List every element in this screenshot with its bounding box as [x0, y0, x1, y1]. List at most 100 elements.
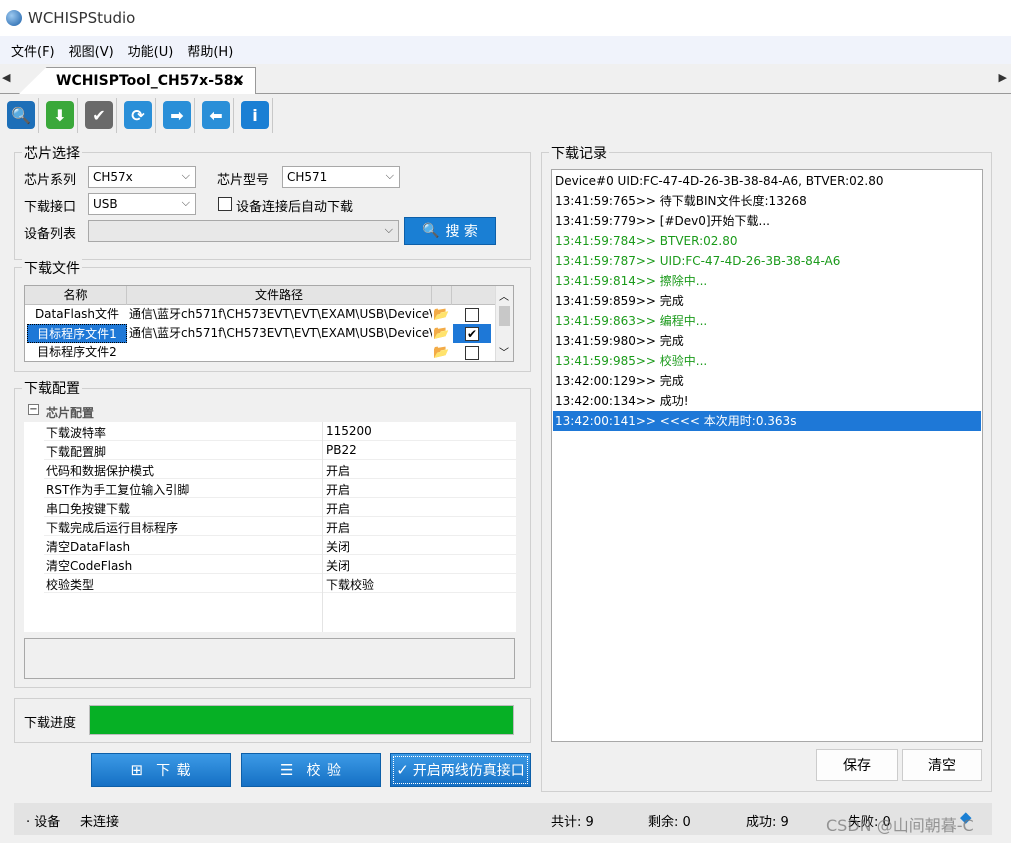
auto-download-checkbox[interactable]: [218, 197, 232, 211]
import-button[interactable]: ➡: [160, 97, 195, 133]
config-value[interactable]: 开启: [326, 462, 350, 479]
chip-search-button[interactable]: 🔍: [4, 97, 39, 133]
config-row[interactable]: 清空DataFlash 关闭: [44, 536, 516, 555]
debug-interface-button-label: 开启两线仿真接口: [412, 763, 525, 779]
export-icon: ⬅: [202, 101, 230, 129]
file-enable-cell: ✔: [453, 324, 491, 343]
config-row[interactable]: 串口免按键下载 开启: [44, 498, 516, 517]
config-value[interactable]: PB22: [326, 443, 357, 457]
file-path-cell[interactable]: 通信\蓝牙ch571f\CH573EVT\EVT\EXAM\USB\Device…: [127, 305, 432, 324]
log-line[interactable]: 13:41:59:784>> BTVER:02.80: [553, 231, 981, 251]
file-path-cell[interactable]: 通信\蓝牙ch571f\CH573EVT\EVT\EXAM\USB\Device…: [127, 324, 432, 343]
tab-scroll-left-icon[interactable]: ◀: [2, 71, 10, 84]
tab-close-icon[interactable]: ✕: [232, 71, 245, 89]
config-category-label: 芯片配置: [46, 406, 95, 420]
file-table-row[interactable]: 目标程序文件2 📂: [25, 343, 497, 361]
chip-series-select[interactable]: CH57x ⌵: [88, 166, 196, 188]
file-enable-checkbox[interactable]: [465, 307, 479, 322]
config-value[interactable]: 开启: [326, 519, 350, 536]
progress-label: 下载进度: [24, 716, 77, 731]
debug-interface-button[interactable]: ✓ 开启两线仿真接口: [390, 753, 531, 787]
watermark: CSDN @山间朝暮-C: [826, 816, 974, 835]
log-line[interactable]: Device#0 UID:FC-47-4D-26-3B-38-84-A6, BT…: [553, 171, 981, 191]
log-line[interactable]: 13:41:59:985>> 校验中...: [553, 351, 981, 371]
config-name: 清空DataFlash: [46, 540, 131, 554]
tab-label: WCHISPTool_CH57x-58x: [56, 73, 243, 89]
download-button[interactable]: ⬇: [43, 97, 78, 133]
tab-wchisptool[interactable]: WCHISPTool_CH57x-58x ✕: [18, 67, 256, 95]
search-button[interactable]: 🔍 搜 索: [404, 217, 496, 245]
log-line[interactable]: 13:41:59:787>> UID:FC-47-4D-26-3B-38-84-…: [553, 251, 981, 271]
log-line[interactable]: 13:41:59:859>> 完成: [553, 291, 981, 311]
config-value[interactable]: 下载校验: [326, 576, 374, 593]
list-check-icon: ☰: [280, 761, 295, 779]
file-path-cell[interactable]: [127, 343, 432, 361]
config-row[interactable]: 下载完成后运行目标程序 开启: [44, 517, 516, 536]
log-list[interactable]: Device#0 UID:FC-47-4D-26-3B-38-84-A6, BT…: [551, 169, 983, 742]
check-circle-icon: ✓: [396, 761, 410, 779]
log-line[interactable]: 13:42:00:141>> <<<< 本次用时:0.363s: [553, 411, 981, 431]
success-count: 成功: 9: [746, 815, 789, 830]
file-table-row[interactable]: DataFlash文件 通信\蓝牙ch571f\CH573EVT\EVT\EXAM…: [25, 305, 497, 324]
config-row[interactable]: RST作为手工复位输入引脚 开启: [44, 479, 516, 498]
search-button-label: 搜 索: [445, 224, 478, 240]
folder-icon[interactable]: 📂: [433, 305, 451, 324]
menu-function[interactable]: 功能(U): [121, 41, 181, 60]
file-name-cell: DataFlash文件: [34, 307, 120, 321]
config-category-row[interactable]: − 芯片配置: [24, 402, 516, 422]
verify-button[interactable]: ☰ 校 验: [241, 753, 381, 787]
scroll-down-icon[interactable]: ﹀: [499, 344, 509, 359]
config-value[interactable]: 关闭: [326, 538, 350, 555]
folder-icon[interactable]: 📂: [433, 324, 451, 343]
device-list-select[interactable]: ⌵: [88, 220, 399, 242]
config-value[interactable]: 关闭: [326, 557, 350, 574]
config-value[interactable]: 开启: [326, 481, 350, 498]
tab-scroll-right-icon[interactable]: ▶: [999, 71, 1007, 84]
clear-log-button[interactable]: 清空: [902, 749, 982, 781]
menu-view[interactable]: 视图(V): [62, 41, 121, 60]
log-line[interactable]: 13:41:59:863>> 编程中...: [553, 311, 981, 331]
config-name: 清空CodeFlash: [46, 559, 133, 573]
progress-bar: [89, 705, 514, 735]
log-line[interactable]: 13:41:59:779>> [#Dev0]开始下载...: [553, 211, 981, 231]
chevron-down-icon: ⌵: [181, 196, 190, 209]
export-button[interactable]: ⬅: [199, 97, 234, 133]
config-row[interactable]: 下载波特率 115200: [44, 422, 516, 441]
refresh-button[interactable]: ⟳: [121, 97, 156, 133]
title-bar: WCHISPStudio: [0, 0, 1011, 36]
config-value[interactable]: 115200: [326, 424, 372, 438]
config-row[interactable]: 代码和数据保护模式 开启: [44, 460, 516, 479]
menu-file[interactable]: 文件(F): [4, 41, 62, 60]
folder-icon[interactable]: 📂: [433, 343, 451, 361]
info-button[interactable]: i: [238, 97, 273, 133]
verify-button[interactable]: ✔: [82, 97, 117, 133]
scroll-thumb[interactable]: [499, 306, 510, 326]
download-port-select[interactable]: USB ⌵: [88, 193, 196, 215]
menu-help[interactable]: 帮助(H): [180, 41, 240, 60]
log-line[interactable]: 13:42:00:134>> 成功!: [553, 391, 981, 411]
config-value[interactable]: 开启: [326, 500, 350, 517]
file-table-scrollbar[interactable]: ︿ ﹀: [495, 286, 513, 361]
log-line[interactable]: 13:41:59:765>> 待下载BIN文件长度:13268: [553, 191, 981, 211]
grid-divider: [322, 422, 323, 632]
device-list-label: 设备列表: [24, 227, 77, 242]
config-row[interactable]: 校验类型 下载校验: [44, 574, 516, 593]
save-log-button[interactable]: 保存: [816, 749, 898, 781]
log-line[interactable]: 13:42:00:129>> 完成: [553, 371, 981, 391]
download-icon: ⬇: [46, 101, 74, 129]
download-config-title: 下载配置: [22, 378, 82, 398]
file-enable-checkbox[interactable]: ✔: [465, 326, 479, 341]
collapse-icon[interactable]: −: [28, 404, 39, 415]
download-button[interactable]: ⊞ 下 载: [91, 753, 231, 787]
chip-model-select[interactable]: CH571 ⌵: [282, 166, 400, 188]
log-line[interactable]: 13:41:59:980>> 完成: [553, 331, 981, 351]
log-line[interactable]: 13:41:59:814>> 擦除中...: [553, 271, 981, 291]
verify-button-label: 校 验: [306, 763, 342, 779]
scroll-up-icon[interactable]: ︿: [499, 288, 509, 303]
config-row[interactable]: 下载配置脚 PB22: [44, 441, 516, 460]
config-row[interactable]: 清空CodeFlash 关闭: [44, 555, 516, 574]
file-enable-checkbox[interactable]: [465, 345, 479, 360]
file-table-header: 名称 文件路径: [25, 286, 497, 305]
file-table-row[interactable]: 目标程序文件1 通信\蓝牙ch571f\CH573EVT\EVT\EXAM\USB…: [25, 324, 497, 343]
col-path-header: 文件路径: [127, 286, 432, 305]
